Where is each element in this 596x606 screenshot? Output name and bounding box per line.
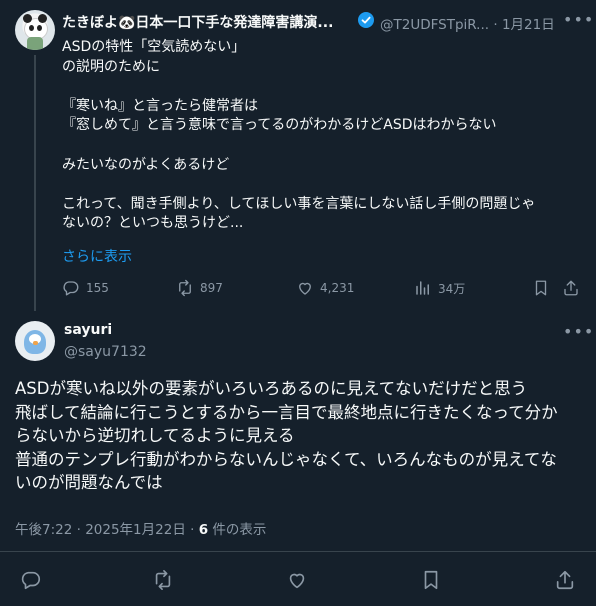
thread-line [34,55,36,311]
post-line: 飛ばして結論に行こうとするから一言目で最終地点に行きたくなって分か [15,402,558,422]
post-line: これって、聞き手側より、してほしい事を言葉にしない話し手側の問題じゃ [62,195,536,212]
post-line: の説明のために [62,58,160,75]
avatar-eye-right [37,25,42,31]
post-timestamp[interactable]: 午後7:22 · 2025年1月22日 · [15,522,199,538]
post-actions: 155 897 4,231 34万 [62,279,582,299]
avatar-ear-left [23,14,32,23]
like-icon[interactable] [286,569,308,591]
show-more-link[interactable]: さらに表示 [62,246,132,266]
post-actions [0,569,596,593]
avatar[interactable] [15,10,55,50]
like-icon [296,279,314,297]
bookmark-icon[interactable] [532,279,550,297]
reply-icon[interactable] [20,569,42,591]
post-line [62,136,572,156]
post-line: ASDの特性「空気読めない」 [62,39,246,55]
post-date[interactable]: · 1月21日 [493,17,554,33]
avatar-beak [33,341,38,345]
avatar-ear-right [38,14,47,23]
post-text: ASDの特性「空気読めない」 の説明のために 『寒いね』と言ったら健常者は 『窓… [62,38,572,234]
post-text: ASDが寒いね以外の要素がいろいろあるのに見えてないだけだと思う 飛ばして結論に… [15,377,581,495]
reply-count: 155 [86,281,109,295]
repost-count: 897 [200,281,223,295]
share-icon[interactable] [562,279,580,297]
bookmark-icon[interactable] [420,569,442,591]
handle-and-date[interactable]: @T2UDFSTpiR... · 1月21日 [380,13,555,33]
views-button[interactable]: 34万 [414,279,465,297]
post-line: ないの？といつも思うけど... [62,215,244,232]
post-line: らないから逆切れしてるように見える [15,426,295,445]
user-handle[interactable]: @sayu7132 [64,344,147,360]
reply-icon [62,279,80,297]
post-line: 『窓しめて』と言う意味で言ってるのがわかるけどASDはわからない [62,117,497,134]
post-line: 普通のテンプレ行動がわからないんじゃなくて、いろんなものが見えてな [15,449,557,469]
post-line: みたいなのがよくあるけど [62,156,230,173]
like-button[interactable]: 4,231 [296,279,354,297]
avatar-eye-left [29,25,34,31]
repost-icon[interactable] [152,569,174,591]
post-line: いのが問題なんでは [15,473,163,492]
post-line [62,77,572,97]
avatar[interactable] [15,321,55,361]
views-icon [414,279,432,297]
divider [0,551,596,552]
display-name[interactable]: sayuri [64,322,112,338]
share-icon[interactable] [554,569,576,591]
reply-button[interactable]: 155 [62,279,109,297]
views-label[interactable]: 件の表示 [208,522,266,538]
avatar-body [27,37,43,50]
views-number[interactable]: 6 [199,522,208,538]
repost-icon [176,279,194,297]
post-meta: 午後7:22 · 2025年1月22日 · 6 件の表示 [15,518,266,538]
user-handle[interactable]: @T2UDFSTpiR... [380,17,489,33]
post-line: 『寒いね』と言ったら健常者は [62,97,258,114]
more-icon[interactable]: ••• [563,10,594,29]
repost-button[interactable]: 897 [176,279,223,297]
post-line [62,175,572,195]
verified-badge-icon [358,12,374,28]
more-icon[interactable]: ••• [563,322,594,341]
post-line: ASDが寒いね以外の要素がいろいろあるのに見えてないだけだと思う [15,379,528,398]
like-count: 4,231 [320,281,355,295]
display-name[interactable]: たきぼよ🐼日本一口下手な発達障害講演... [62,12,333,32]
views-count: 34万 [438,281,466,296]
